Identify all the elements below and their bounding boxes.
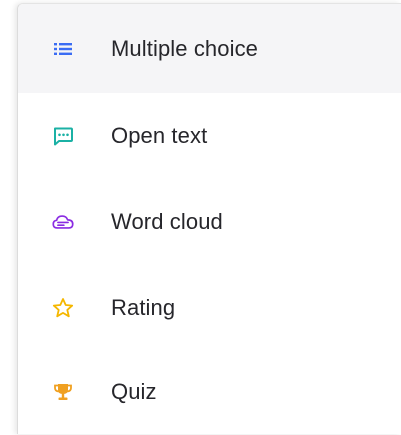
list-icon xyxy=(52,38,74,60)
cloud-icon xyxy=(52,211,74,233)
page-background: Multiple choice Open text Word cloud Rat… xyxy=(0,0,401,434)
question-type-menu: Multiple choice Open text Word cloud Rat… xyxy=(17,3,401,434)
trophy-icon xyxy=(52,381,74,403)
menu-item-open-text[interactable]: Open text xyxy=(18,93,401,179)
menu-item-label: Rating xyxy=(111,295,176,320)
star-icon xyxy=(52,297,74,319)
menu-item-multiple-choice[interactable]: Multiple choice xyxy=(18,4,401,93)
menu-item-label: Word cloud xyxy=(111,209,223,234)
menu-item-label: Open text xyxy=(111,123,208,148)
menu-item-rating[interactable]: Rating xyxy=(18,265,401,351)
chat-bubble-icon xyxy=(52,125,74,147)
menu-item-label: Quiz xyxy=(111,379,157,404)
menu-item-label: Multiple choice xyxy=(111,35,259,61)
menu-item-quiz[interactable]: Quiz xyxy=(18,349,401,435)
menu-item-word-cloud[interactable]: Word cloud xyxy=(18,179,401,265)
